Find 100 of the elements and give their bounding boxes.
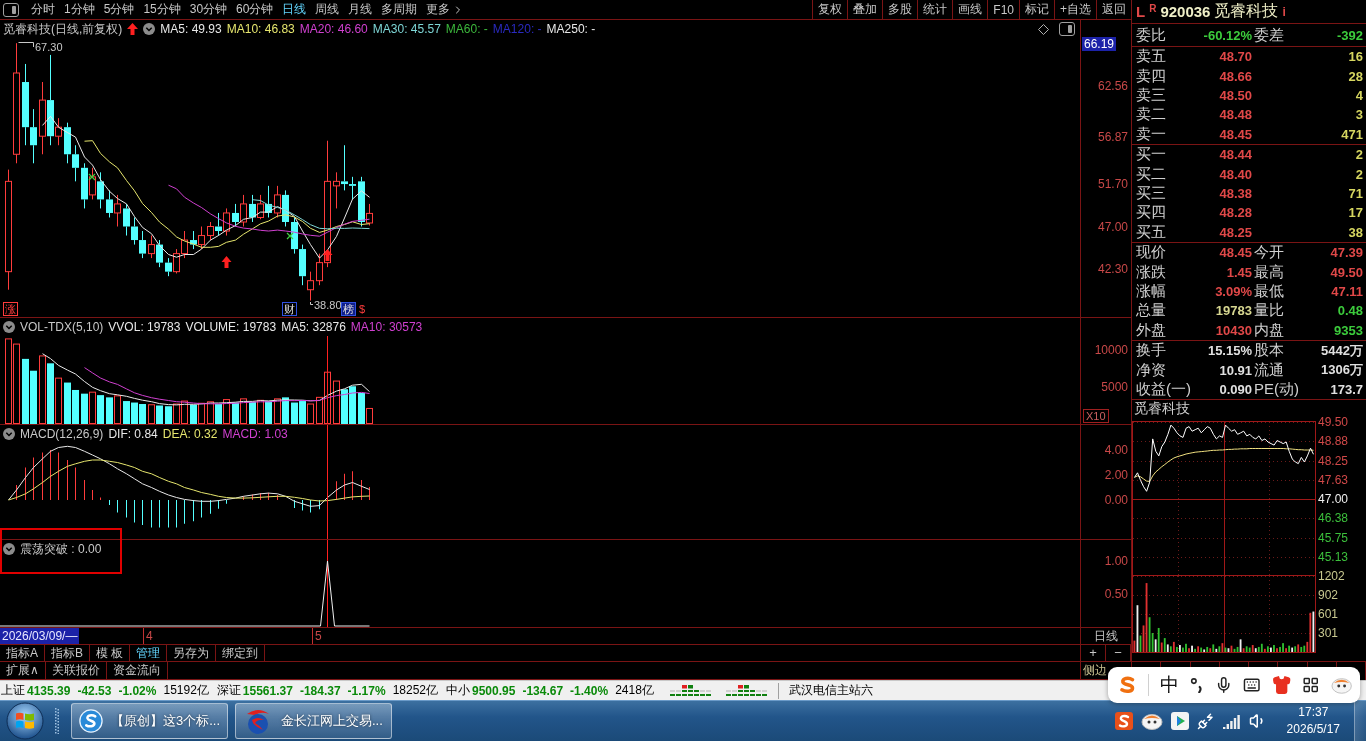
- quote-price: 48.45: [1219, 126, 1252, 142]
- quote-label: 买五: [1136, 222, 1166, 242]
- quote-label: 最高: [1254, 262, 1284, 282]
- clock-time: 17:37: [1298, 704, 1329, 721]
- index-change: -42.53: [77, 683, 112, 698]
- quote-price: 48.25: [1219, 224, 1252, 240]
- axis-label: 48.88: [1318, 434, 1349, 449]
- axis-label: 56.87: [1097, 130, 1128, 144]
- quote-volume: 4: [1355, 87, 1363, 103]
- quote-value: 173.7: [1330, 381, 1363, 397]
- quote-value: 49.50: [1330, 264, 1363, 280]
- cursor-date: 2026/03/09/—: [0, 628, 80, 644]
- quote-volume: 17: [1348, 205, 1363, 221]
- quote-label: 涨幅: [1136, 281, 1166, 301]
- legend-text: VOLUME: 19783: [185, 320, 277, 334]
- axis-label: 42.30: [1097, 262, 1128, 276]
- quote-value: 10.91: [1219, 362, 1252, 378]
- index-change: -184.37: [299, 683, 341, 698]
- quote-label: 涨跌: [1136, 262, 1166, 282]
- quote-price: 48.28: [1219, 205, 1252, 221]
- axis-label: 62.56: [1097, 79, 1128, 93]
- quote-label: 卖四: [1136, 66, 1166, 86]
- flag-letter: R: [1149, 3, 1157, 14]
- quote-value: 0.090: [1219, 381, 1252, 397]
- axis-label: 5000: [1101, 380, 1128, 394]
- quote-label: 买二: [1136, 164, 1166, 184]
- quote-label: 买一: [1136, 145, 1166, 165]
- axis-price-tag: 66.19: [1082, 37, 1117, 51]
- axis-label: 4.00: [1104, 443, 1128, 457]
- stock-name: 觅睿科技: [1214, 1, 1279, 21]
- quote-label: 委比: [1136, 25, 1166, 45]
- quote-label: 外盘: [1136, 320, 1166, 340]
- quote-label: 总量: [1136, 301, 1166, 321]
- quote-volume: 38: [1348, 224, 1363, 240]
- axis-label: 0.00: [1104, 493, 1128, 507]
- quote-label: 股本: [1254, 341, 1284, 361]
- quote-volume: 16: [1348, 49, 1363, 65]
- quote-volume: 28: [1348, 68, 1363, 84]
- axis-label: 47.00: [1097, 220, 1128, 234]
- legend-text: MA10: 46.83: [226, 22, 295, 36]
- index-amount: 18252亿: [392, 682, 438, 699]
- quote-value: -60.12%: [1203, 27, 1252, 43]
- index-percent: -1.02%: [118, 683, 157, 698]
- axis-label: 47.63: [1318, 472, 1349, 487]
- quote-value: -392: [1336, 27, 1363, 43]
- axis-label: 45.13: [1318, 549, 1349, 564]
- quote-value: 47.11: [1331, 283, 1363, 299]
- legend-text: MACD: 1.03: [222, 427, 288, 441]
- axis-label: 10000: [1094, 343, 1128, 357]
- quote-label: 收益(一): [1136, 379, 1191, 399]
- month-label: 4: [143, 628, 153, 644]
- axis-label: 51.70: [1097, 177, 1128, 191]
- indicator-title: VOL-TDX(5,10): [20, 320, 104, 334]
- chart-title: 觅睿科技(日线,前复权): [3, 20, 123, 38]
- index-amount: 2418亿: [615, 682, 654, 699]
- quote-volume: 71: [1348, 185, 1363, 201]
- quote-price: 48.48: [1219, 107, 1252, 123]
- axis-label: 1202: [1318, 569, 1345, 584]
- quote-value: 10430: [1215, 322, 1252, 338]
- quote-price: 48.66: [1219, 68, 1252, 84]
- quote-label: 今开: [1254, 243, 1284, 263]
- legend-text: MA60: -: [445, 22, 488, 36]
- axis-label: 46.38: [1318, 511, 1349, 526]
- index-change: -134.67: [522, 683, 564, 698]
- index-value: 4135.39: [27, 683, 71, 698]
- quote-price: 48.70: [1219, 49, 1252, 65]
- axis-label: 49.50: [1318, 415, 1349, 430]
- axis-label: 47.00: [1318, 492, 1349, 507]
- quote-value: 3.09%: [1215, 283, 1252, 299]
- legend-text: MA5: 49.93: [160, 22, 222, 36]
- quote-label: 流通: [1254, 360, 1284, 380]
- quote-label: 买四: [1136, 203, 1166, 223]
- axis-label: 48.25: [1318, 453, 1349, 468]
- quote-price: 48.44: [1219, 147, 1252, 163]
- quote-label: 净资: [1136, 360, 1166, 380]
- axis-label: 1.00: [1104, 554, 1128, 568]
- quote-label: 内盘: [1254, 320, 1284, 340]
- quote-label: 换手: [1136, 341, 1166, 361]
- axis-label: 0.50: [1104, 587, 1128, 601]
- quote-volume: 3: [1355, 107, 1363, 123]
- quote-label: PE(动): [1254, 379, 1299, 399]
- axis-label: 601: [1318, 607, 1339, 622]
- axis-label: 902: [1318, 588, 1339, 603]
- clock-date: 2026/5/17: [1286, 721, 1340, 738]
- stock-code: 920036: [1160, 3, 1211, 20]
- quote-label: 买三: [1136, 183, 1166, 203]
- quote-label: 委差: [1254, 25, 1284, 45]
- index-percent: -1.17%: [347, 683, 386, 698]
- axis-label: 301: [1318, 626, 1339, 641]
- quote-price: 48.50: [1219, 87, 1252, 103]
- legend-text: MA30: 45.57: [372, 22, 441, 36]
- legend-text: MA250: -: [546, 22, 596, 36]
- legend-text: DEA: 0.32: [162, 427, 218, 441]
- quote-value: 48.45: [1219, 245, 1252, 261]
- quote-value: 1.45: [1226, 264, 1252, 280]
- index-value: 9500.95: [472, 683, 516, 698]
- quote-value: 0.48: [1337, 303, 1363, 319]
- index-percent: -1.40%: [570, 683, 609, 698]
- quote-value: 15.15%: [1207, 343, 1252, 359]
- quote-value: 5442万: [1321, 341, 1363, 360]
